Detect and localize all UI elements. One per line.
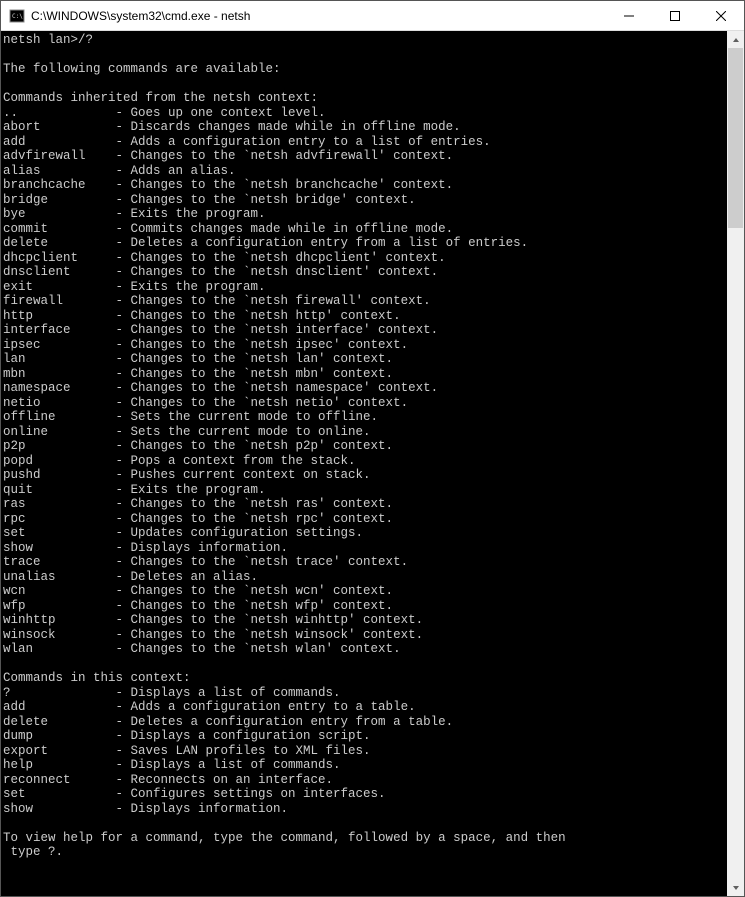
scroll-down-arrow[interactable] bbox=[727, 879, 744, 896]
titlebar[interactable]: C:\ C:\WINDOWS\system32\cmd.exe - netsh bbox=[1, 1, 744, 31]
window-controls bbox=[606, 1, 744, 30]
window-title: C:\WINDOWS\system32\cmd.exe - netsh bbox=[31, 9, 606, 23]
terminal-output[interactable]: netsh lan>/? The following commands are … bbox=[1, 31, 727, 896]
vertical-scrollbar[interactable] bbox=[727, 31, 744, 896]
maximize-button[interactable] bbox=[652, 1, 698, 30]
scroll-up-arrow[interactable] bbox=[727, 31, 744, 48]
scroll-track[interactable] bbox=[727, 48, 744, 879]
cmd-window: C:\ C:\WINDOWS\system32\cmd.exe - netsh … bbox=[0, 0, 745, 897]
scroll-thumb[interactable] bbox=[728, 48, 743, 228]
minimize-button[interactable] bbox=[606, 1, 652, 30]
close-button[interactable] bbox=[698, 1, 744, 30]
client-area: netsh lan>/? The following commands are … bbox=[1, 31, 744, 896]
cmd-icon: C:\ bbox=[9, 8, 25, 24]
svg-text:C:\: C:\ bbox=[12, 13, 23, 20]
